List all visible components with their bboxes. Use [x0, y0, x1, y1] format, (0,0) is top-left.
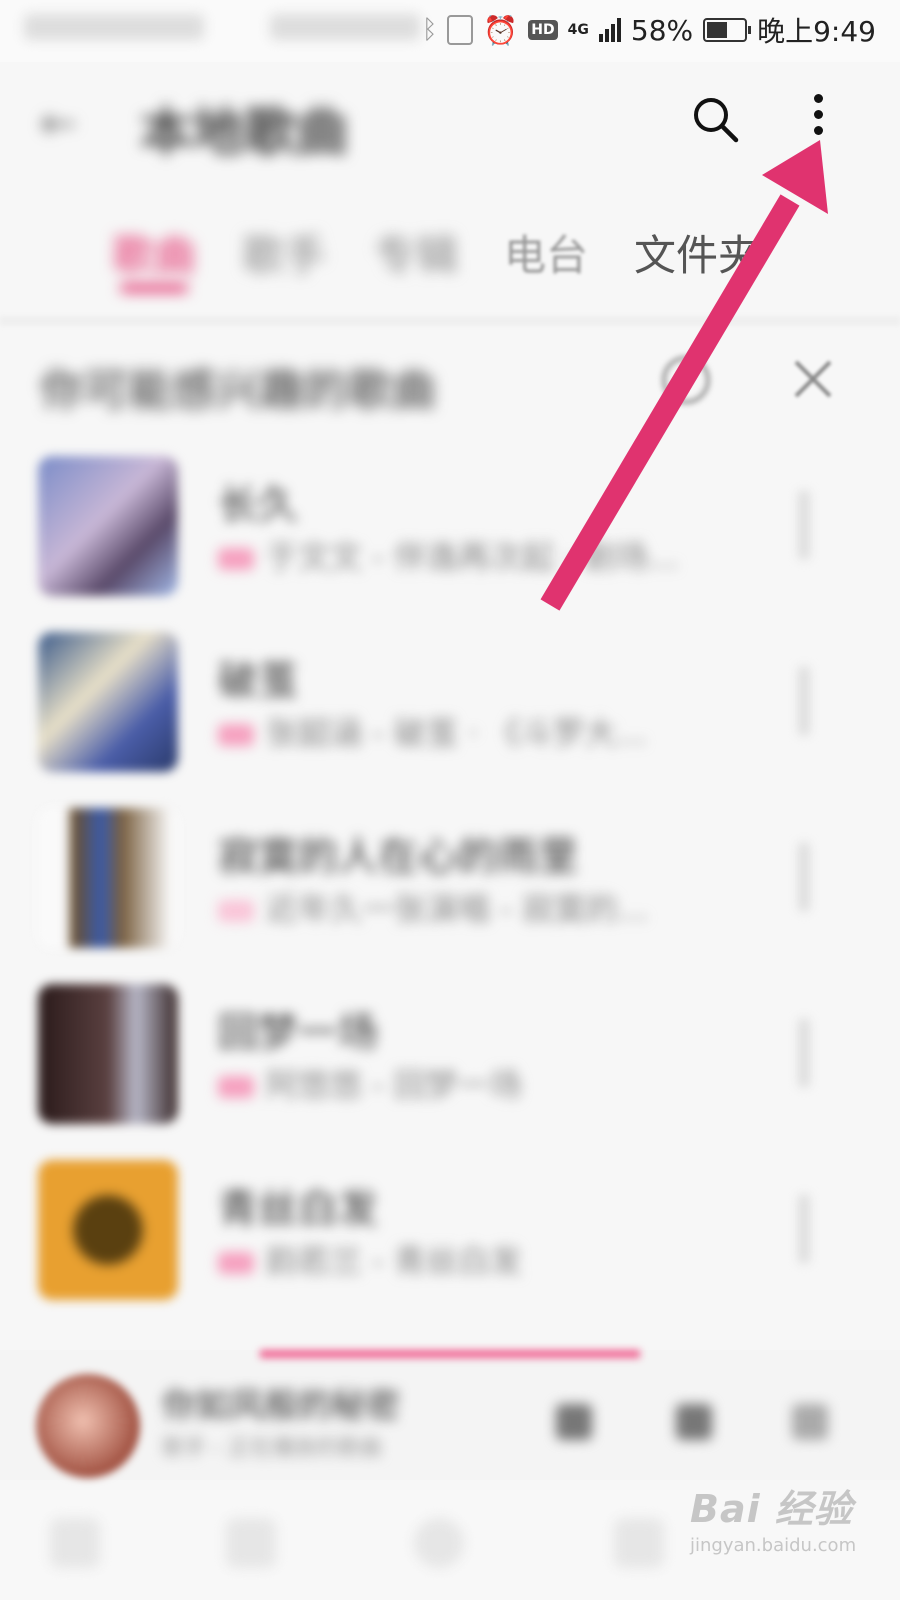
nav-home-icon[interactable]	[226, 1518, 276, 1568]
tab-underline	[120, 284, 189, 292]
playback-progress	[260, 1350, 640, 1358]
song-title: 寂寞的人在心的雨里	[218, 834, 578, 880]
next-button[interactable]	[676, 1404, 712, 1440]
row-more-icon[interactable]	[798, 1018, 810, 1088]
nav-circle-icon[interactable]	[414, 1518, 464, 1568]
song-title: 青丝白发	[218, 1186, 378, 1232]
tab-label: 歌曲	[112, 231, 197, 280]
quality-badge	[218, 1252, 254, 1274]
playlist-button[interactable]	[792, 1404, 828, 1440]
album-cover	[38, 632, 178, 772]
watermark: Bai 经验 jingyan.baidu.com	[690, 1478, 870, 1578]
song-artist-album: 张韶涵 - 破茧 · 《斗罗大...	[266, 714, 647, 752]
tab-songs[interactable]: 歌曲	[112, 222, 197, 292]
battery-icon	[703, 18, 752, 42]
tab-radio[interactable]: 电台	[504, 222, 588, 283]
album-cover	[38, 456, 178, 596]
nav-recents-icon[interactable]	[614, 1518, 664, 1568]
list-item[interactable]: 破茧 张韶涵 - 破茧 · 《斗罗大...	[0, 626, 900, 776]
now-playing-cover[interactable]	[36, 1374, 140, 1478]
list-item[interactable]: 青丝白发 韵若兰 - 青丝白发	[0, 1154, 900, 1304]
list-item[interactable]: 寂寞的人在心的雨里 近年久一张演唱 - 寂寞的...	[0, 802, 900, 952]
tab-folder[interactable]: 文件夹	[634, 222, 760, 283]
watermark-logo: Bai 经验	[690, 1487, 853, 1531]
battery-percent: 58%	[630, 13, 694, 47]
nav-back-icon[interactable]	[50, 1518, 100, 1568]
song-artist-album: 于文文 - 伴逸再次起 · 剧场...	[266, 538, 679, 576]
row-more-icon[interactable]	[798, 842, 810, 912]
now-playing-title: 你如风般的秘密	[162, 1386, 400, 1426]
recommend-section-header: 你可能感兴趣的歌曲	[0, 340, 900, 430]
song-subtitle: 阿悠悠 - 回梦一场	[218, 1060, 522, 1106]
row-more-icon[interactable]	[798, 666, 810, 736]
alarm-icon: ⏰	[483, 13, 519, 47]
row-more-icon[interactable]	[798, 490, 810, 560]
song-subtitle: 于文文 - 伴逸再次起 · 剧场...	[218, 532, 679, 578]
more-vertical-icon[interactable]	[808, 90, 828, 150]
song-title: 回梦一场	[218, 1010, 378, 1056]
song-artist-album: 韵若兰 - 青丝白发	[266, 1242, 522, 1280]
signal-icon	[598, 18, 621, 42]
album-cover	[38, 1160, 178, 1300]
song-subtitle: 张韶涵 - 破茧 · 《斗罗大...	[218, 708, 647, 754]
play-pause-button[interactable]	[556, 1404, 592, 1440]
close-icon[interactable]	[788, 354, 838, 404]
page-title: 本地歌曲	[140, 103, 349, 163]
song-subtitle: 近年久一张演唱 - 寂寞的...	[218, 884, 648, 930]
song-subtitle: 韵若兰 - 青丝白发	[218, 1236, 522, 1282]
tab-albums[interactable]: 专辑	[374, 222, 458, 283]
list-item[interactable]: 长久 于文文 - 伴逸再次起 · 剧场...	[0, 450, 900, 600]
tab-bar: 歌曲 歌手 专辑 电台 文件夹	[0, 210, 900, 310]
vibrate-icon	[447, 15, 474, 45]
song-title: 破茧	[218, 658, 298, 704]
refresh-icon[interactable]	[662, 356, 710, 404]
quality-badge	[218, 1076, 254, 1098]
hd-badge: HD	[528, 20, 558, 40]
mini-player[interactable]: 你如风般的秘密 歌手 - 正在播放的歌曲	[0, 1350, 900, 1480]
album-cover	[38, 808, 178, 948]
quality-badge	[218, 900, 254, 922]
song-title: 长久	[218, 482, 298, 528]
now-playing-subtitle: 歌手 - 正在播放的歌曲	[162, 1436, 382, 1461]
search-icon[interactable]	[690, 94, 740, 144]
list-item[interactable]: 回梦一场 阿悠悠 - 回梦一场	[0, 978, 900, 1128]
status-indicators: ᛒ ⏰ HD 4G 58% 晚上9:49	[422, 10, 876, 50]
notification-icons	[270, 14, 420, 40]
network-type-icon: 4G	[567, 22, 589, 38]
status-bar: ᛒ ⏰ HD 4G 58% 晚上9:49	[0, 0, 900, 62]
back-arrow-icon[interactable]: ←	[40, 98, 77, 149]
quality-badge	[218, 548, 254, 570]
carrier-info	[24, 14, 204, 40]
album-cover	[38, 984, 178, 1124]
section-title: 你可能感兴趣的歌曲	[40, 365, 436, 416]
song-artist-album: 阿悠悠 - 回梦一场	[266, 1066, 522, 1104]
song-artist-album: 近年久一张演唱 - 寂寞的...	[266, 890, 649, 928]
watermark-url: jingyan.baidu.com	[690, 1535, 857, 1556]
top-app-bar: ← 本地歌曲	[0, 62, 900, 182]
bluetooth-icon: ᛒ	[421, 15, 438, 45]
quality-badge	[218, 724, 254, 746]
row-more-icon[interactable]	[798, 1194, 810, 1264]
divider	[0, 316, 900, 326]
tab-artists[interactable]: 歌手	[242, 222, 326, 283]
clock: 晚上9:49	[757, 15, 876, 48]
